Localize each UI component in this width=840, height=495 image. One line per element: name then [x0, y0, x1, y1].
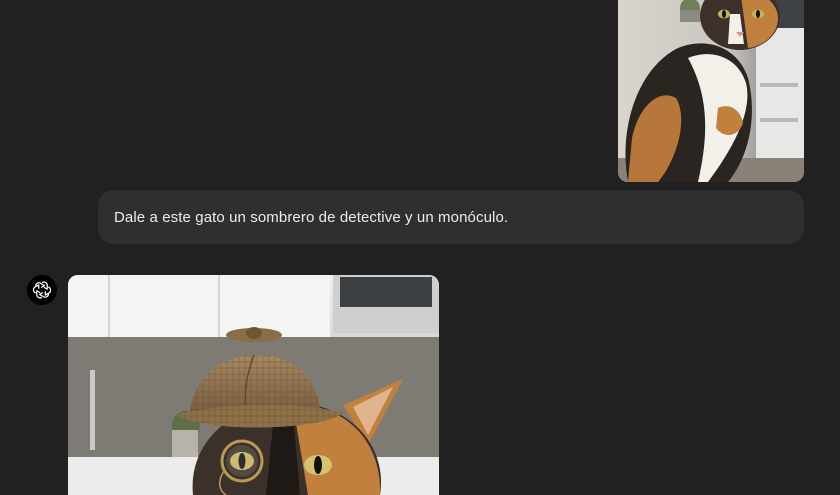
user-message-bubble: Dale a este gato un sombrero de detectiv…	[98, 190, 804, 244]
chat-thread: Dale a este gato un sombrero de detectiv…	[0, 0, 840, 495]
calico-cat-photo	[618, 0, 804, 182]
calico-cat-detective-hat-monocle	[68, 275, 439, 495]
user-message-text: Dale a este gato un sombrero de detectiv…	[114, 208, 509, 226]
assistant-generated-image[interactable]	[68, 275, 439, 495]
assistant-avatar	[27, 275, 57, 305]
user-uploaded-image[interactable]	[618, 0, 804, 182]
openai-logo-icon	[32, 281, 52, 299]
